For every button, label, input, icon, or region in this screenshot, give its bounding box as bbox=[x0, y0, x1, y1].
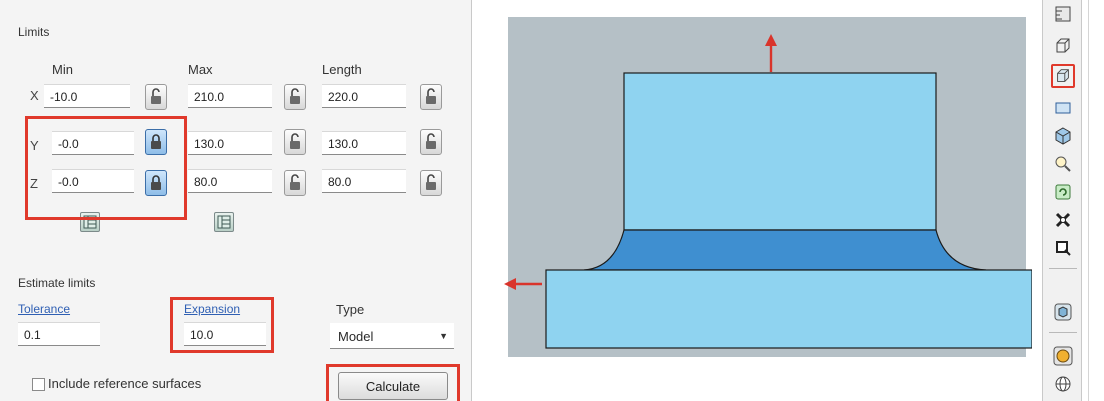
tolerance-link[interactable]: Tolerance bbox=[18, 302, 70, 316]
max-column-header: Max bbox=[188, 62, 213, 77]
x-min-lock-button[interactable] bbox=[145, 84, 167, 110]
include-reference-checkbox[interactable] bbox=[32, 378, 45, 391]
unlocked-icon bbox=[426, 88, 436, 104]
toolbar-separator bbox=[1049, 268, 1077, 269]
y-max-lock-button[interactable] bbox=[284, 129, 306, 155]
unlocked-icon bbox=[426, 174, 436, 190]
model-top-block bbox=[623, 72, 937, 231]
x-length-lock-button[interactable] bbox=[420, 84, 442, 110]
model-base-plate bbox=[545, 269, 1032, 349]
shaded-cube-icon[interactable] bbox=[1051, 124, 1075, 148]
x-min-input[interactable]: -10.0 bbox=[44, 84, 130, 108]
unlocked-icon bbox=[426, 133, 436, 149]
ruler-icon[interactable] bbox=[1051, 2, 1075, 26]
model-fillet-band bbox=[583, 229, 987, 271]
unlocked-icon bbox=[290, 88, 300, 104]
type-select[interactable]: Model ▼ bbox=[330, 323, 454, 349]
model-drawing bbox=[504, 17, 1032, 357]
min-column-header: Min bbox=[52, 62, 73, 77]
calculate-highlight bbox=[326, 364, 460, 401]
include-reference-label: Include reference surfaces bbox=[48, 376, 202, 391]
estimate-limits-title: Estimate limits bbox=[18, 276, 96, 290]
zoom-box-icon[interactable] bbox=[1051, 236, 1075, 260]
toolbar-separator bbox=[1049, 332, 1077, 333]
x-axis-label: X bbox=[30, 88, 39, 103]
window-edge bbox=[1088, 0, 1104, 401]
min-lock-highlight bbox=[25, 116, 187, 220]
zoom-icon[interactable] bbox=[1051, 152, 1075, 176]
max-table-button[interactable] bbox=[214, 212, 234, 232]
y-length-input[interactable]: 130.0 bbox=[322, 131, 406, 155]
block-limits-panel: Limits Min Max Length X -10.0 210.0 220.… bbox=[0, 0, 472, 401]
type-label: Type bbox=[336, 302, 365, 317]
expansion-highlight bbox=[170, 297, 274, 353]
view-toolbar bbox=[1042, 0, 1082, 401]
unlocked-icon bbox=[290, 174, 300, 190]
refresh-icon[interactable] bbox=[1051, 180, 1075, 204]
model-viewport[interactable] bbox=[484, 0, 1032, 401]
unlocked-icon bbox=[290, 133, 300, 149]
globe-icon[interactable] bbox=[1051, 372, 1075, 396]
z-max-lock-button[interactable] bbox=[284, 170, 306, 196]
z-length-input[interactable]: 80.0 bbox=[322, 169, 406, 193]
z-length-lock-button[interactable] bbox=[420, 170, 442, 196]
rectangle-icon[interactable] bbox=[1051, 96, 1075, 120]
y-max-input[interactable]: 130.0 bbox=[188, 131, 272, 155]
block-view-icon[interactable] bbox=[1051, 64, 1075, 88]
y-length-lock-button[interactable] bbox=[420, 129, 442, 155]
table-icon bbox=[217, 215, 231, 229]
z-max-input[interactable]: 80.0 bbox=[188, 169, 272, 193]
wireframe-box-icon[interactable] bbox=[1051, 34, 1075, 58]
material-cube-icon[interactable] bbox=[1051, 300, 1075, 324]
length-column-header: Length bbox=[322, 62, 362, 77]
sphere-icon[interactable] bbox=[1051, 344, 1075, 368]
limits-section-title: Limits bbox=[18, 25, 50, 39]
transform-icon[interactable] bbox=[1051, 208, 1075, 232]
unlocked-icon bbox=[151, 88, 161, 104]
x-max-input[interactable]: 210.0 bbox=[188, 84, 272, 108]
x-max-lock-button[interactable] bbox=[284, 84, 306, 110]
type-select-value: Model bbox=[338, 329, 374, 344]
chevron-down-icon: ▼ bbox=[439, 331, 448, 341]
x-length-input[interactable]: 220.0 bbox=[322, 84, 406, 108]
tolerance-input[interactable]: 0.1 bbox=[18, 322, 100, 346]
